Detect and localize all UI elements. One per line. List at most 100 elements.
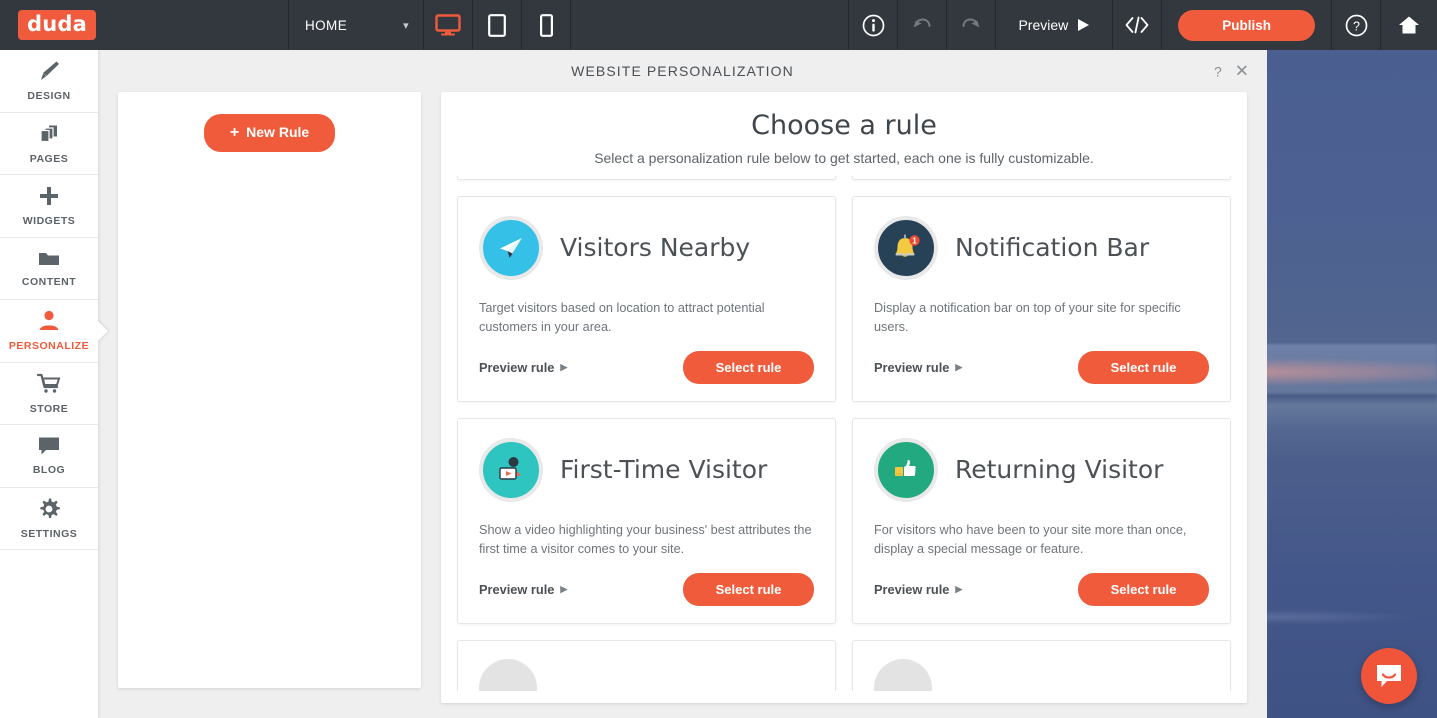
chat-bubble-icon <box>1374 662 1404 690</box>
chevron-down-icon: ▾ <box>403 19 409 32</box>
play-icon: ▶ <box>955 584 962 595</box>
card-description: Target visitors based on location to att… <box>479 299 814 343</box>
preview-rule-link[interactable]: Preview rule ▶ <box>874 582 962 597</box>
logo-area[interactable]: duda <box>0 0 288 50</box>
notification-badge-count: 1 <box>912 237 917 246</box>
overlay-body: +New Rule Choose a rule Select a persona… <box>98 92 1267 718</box>
brush-icon <box>36 59 62 83</box>
overlay-title: WEBSITE PERSONALIZATION <box>571 63 794 79</box>
desktop-icon <box>435 14 461 36</box>
rule-chooser-panel: Choose a rule Select a personalization r… <box>441 92 1247 703</box>
device-tablet-button[interactable] <box>473 0 521 50</box>
help-icon[interactable]: ? <box>1214 64 1222 78</box>
sidebar-item-content[interactable]: CONTENT <box>0 238 98 301</box>
card-title: First-Time Visitor <box>560 455 767 486</box>
sidebar-item-label: BLOG <box>33 464 65 476</box>
rule-card-partial[interactable] <box>852 176 1231 180</box>
preview-label: Preview <box>1018 17 1068 33</box>
rule-card-returning-visitor[interactable]: Returning Visitor For visitors who have … <box>852 418 1231 624</box>
play-icon <box>1077 18 1090 32</box>
select-rule-button[interactable]: Select rule <box>1078 573 1209 606</box>
rule-card-notification-bar[interactable]: 1 Notification Bar Display a notificatio… <box>852 196 1231 402</box>
play-icon: ▶ <box>955 362 962 373</box>
card-footer: Preview rule ▶ Select rule <box>479 351 814 384</box>
sidebar-item-label: SETTINGS <box>21 528 78 540</box>
sidebar-item-blog[interactable]: BLOG <box>0 425 98 488</box>
html-editor-button[interactable] <box>1113 0 1161 50</box>
person-icon <box>38 309 60 333</box>
chat-icon <box>37 435 61 457</box>
page-selector[interactable]: HOME ▾ <box>289 0 423 50</box>
info-icon <box>862 14 885 37</box>
preview-rule-link[interactable]: Preview rule ▶ <box>479 360 567 375</box>
folder-icon <box>37 249 61 269</box>
new-rule-label: New Rule <box>246 124 309 140</box>
personalization-overlay: WEBSITE PERSONALIZATION ? ✕ +New Rule Ch… <box>98 50 1267 718</box>
sidebar-item-label: PERSONALIZE <box>9 340 89 352</box>
select-rule-button[interactable]: Select rule <box>1078 351 1209 384</box>
card-title: Returning Visitor <box>955 455 1163 486</box>
tablet-icon <box>488 14 506 37</box>
gear-icon <box>37 497 61 521</box>
rule-card-visitors-nearby[interactable]: Visitors Nearby Target visitors based on… <box>457 196 836 402</box>
rule-card-partial[interactable] <box>457 176 836 180</box>
sidebar-item-settings[interactable]: SETTINGS <box>0 488 98 551</box>
publish-button[interactable]: Publish <box>1178 10 1315 41</box>
rule-card-first-time-visitor[interactable]: First-Time Visitor Show a video highligh… <box>457 418 836 624</box>
page-selector-label: HOME <box>305 18 347 33</box>
app-root: duda HOME ▾ <box>0 0 1437 718</box>
new-rule-button[interactable]: +New Rule <box>204 114 335 152</box>
select-rule-button[interactable]: Select rule <box>683 351 814 384</box>
undo-icon <box>910 14 934 36</box>
undo-button[interactable] <box>898 0 946 50</box>
video-person-icon <box>479 438 543 502</box>
sidebar-item-personalize[interactable]: PERSONALIZE <box>0 300 98 363</box>
redo-button[interactable] <box>947 0 995 50</box>
sidebar-item-widgets[interactable]: WIDGETS <box>0 175 98 238</box>
card-footer: Preview rule ▶ Select rule <box>874 573 1209 606</box>
sidebar-item-label: STORE <box>30 403 68 415</box>
card-footer: Preview rule ▶ Select rule <box>874 351 1209 384</box>
overlay-header: WEBSITE PERSONALIZATION ? ✕ <box>98 50 1267 92</box>
select-rule-button[interactable]: Select rule <box>683 573 814 606</box>
overlay-actions: ? ✕ <box>1214 63 1249 80</box>
card-description: For visitors who have been to your site … <box>874 521 1209 565</box>
scroll-fade <box>441 691 1247 703</box>
sidebar-item-store[interactable]: STORE <box>0 363 98 426</box>
paper-plane-icon <box>479 216 543 280</box>
play-icon: ▶ <box>560 584 567 595</box>
preview-rule-label: Preview rule <box>874 582 949 597</box>
home-button[interactable] <box>1381 0 1437 50</box>
info-button[interactable] <box>849 0 897 50</box>
page-title: Choose a rule <box>461 110 1227 141</box>
card-description: Display a notification bar on top of you… <box>874 299 1209 343</box>
mobile-icon <box>540 14 553 37</box>
card-title: Notification Bar <box>955 233 1149 264</box>
duda-logo[interactable]: duda <box>18 10 96 40</box>
device-mobile-button[interactable] <box>522 0 570 50</box>
redo-icon <box>959 14 983 36</box>
plus-icon <box>37 184 61 208</box>
close-icon[interactable]: ✕ <box>1235 63 1249 80</box>
chat-widget-button[interactable] <box>1361 648 1417 704</box>
card-title: Visitors Nearby <box>560 233 750 264</box>
question-mark-icon: ? <box>1345 14 1368 37</box>
preview-rule-link[interactable]: Preview rule ▶ <box>874 360 962 375</box>
pages-icon <box>37 122 61 146</box>
card-description: Show a video highlighting your business'… <box>479 521 814 565</box>
sidebar-item-pages[interactable]: PAGES <box>0 113 98 176</box>
preview-rule-label: Preview rule <box>874 360 949 375</box>
sidebar-item-design[interactable]: DESIGN <box>0 50 98 113</box>
preview-rule-link[interactable]: Preview rule ▶ <box>479 582 567 597</box>
sidebar-item-label: PAGES <box>30 153 68 165</box>
rule-cards-scroll-area[interactable]: Visitors Nearby Target visitors based on… <box>441 176 1247 703</box>
left-sidebar: DESIGN PAGES WIDGETS CONTENT <box>0 50 98 718</box>
sidebar-item-label: DESIGN <box>27 90 70 102</box>
sidebar-item-label: WIDGETS <box>23 215 76 227</box>
preview-button[interactable]: Preview <box>996 0 1112 50</box>
device-desktop-button[interactable] <box>424 0 472 50</box>
help-button[interactable]: ? <box>1332 0 1380 50</box>
rule-cards-grid: Visitors Nearby Target visitors based on… <box>457 176 1231 703</box>
page-subtitle: Select a personalization rule below to g… <box>461 150 1227 166</box>
cart-icon <box>36 372 62 396</box>
